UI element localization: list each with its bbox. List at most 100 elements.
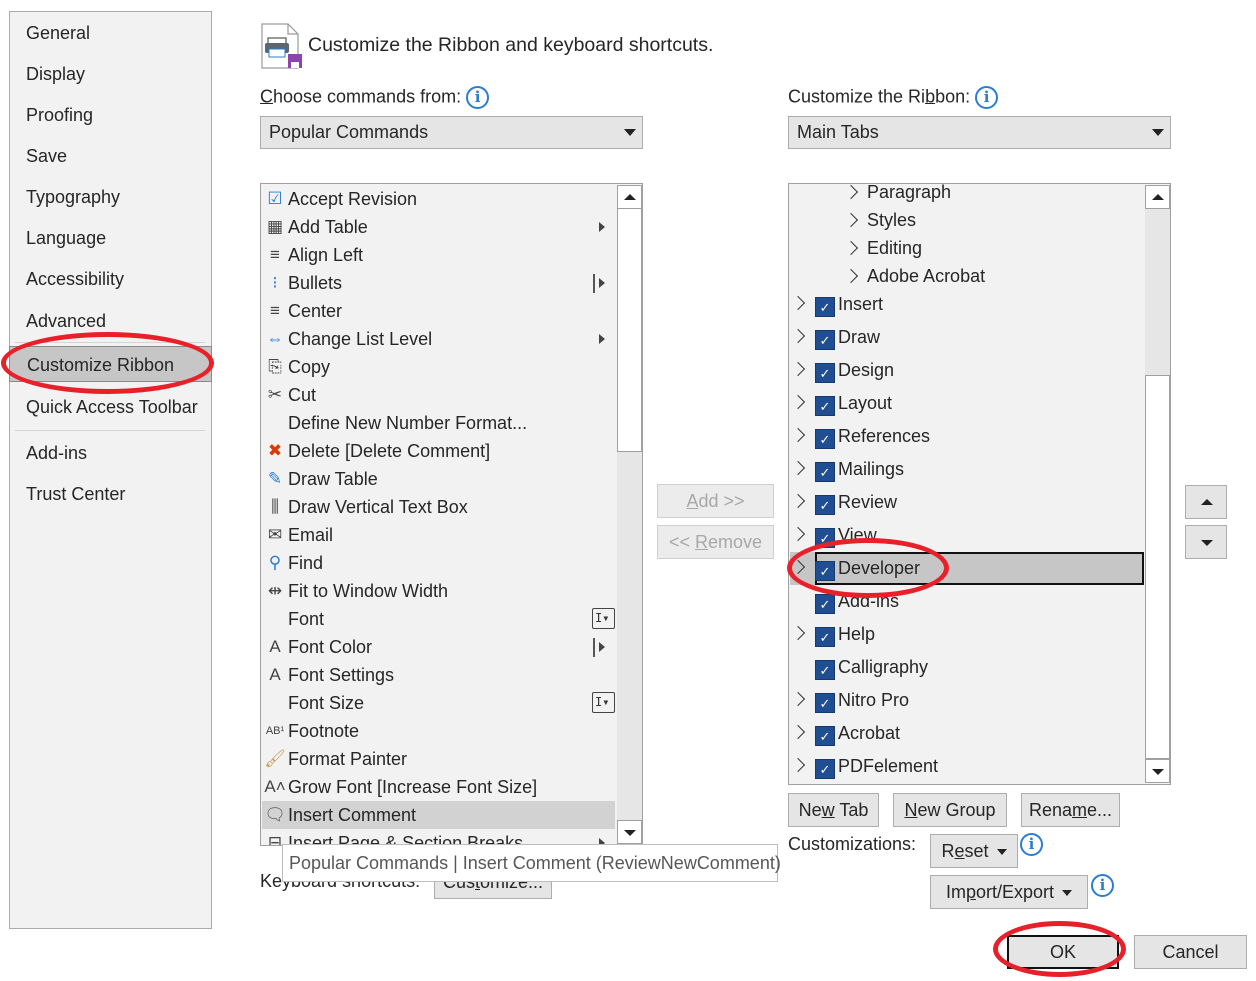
command-item[interactable]: ✎ Draw Table bbox=[262, 465, 615, 493]
scroll-up-button[interactable] bbox=[1145, 185, 1170, 209]
info-icon[interactable]: i bbox=[1020, 833, 1043, 856]
ribbon-tab-acrobat[interactable]: ✓ Acrobat bbox=[790, 717, 1144, 750]
checkbox-checked[interactable]: ✓ bbox=[815, 462, 835, 482]
checkbox-checked[interactable]: ✓ bbox=[815, 726, 835, 746]
sidebar-item-trust-center[interactable]: Trust Center bbox=[10, 476, 211, 512]
ribbon-tab-draw[interactable]: ✓ Draw bbox=[790, 321, 1144, 354]
ribbon-tab-review[interactable]: ✓ Review bbox=[790, 486, 1144, 519]
checkbox-checked[interactable]: ✓ bbox=[815, 396, 835, 416]
ribbon-tree-scrollbar[interactable] bbox=[1145, 185, 1170, 783]
scroll-thumb[interactable] bbox=[617, 208, 642, 452]
ribbon-tab-mailings[interactable]: ✓ Mailings bbox=[790, 453, 1144, 486]
remove-button[interactable]: << Remove bbox=[657, 525, 774, 559]
command-item[interactable]: Font I▾ bbox=[262, 605, 615, 633]
sidebar-item-save[interactable]: Save bbox=[10, 138, 211, 174]
chevron-right-icon[interactable] bbox=[790, 625, 806, 641]
checkbox-checked[interactable]: ✓ bbox=[815, 495, 835, 515]
ribbon-group-item[interactable]: Editing bbox=[790, 234, 1144, 262]
ribbon-tab-layout[interactable]: ✓ Layout bbox=[790, 387, 1144, 420]
ribbon-tree[interactable]: Paragraph Styles Editing Adobe Acrobat ✓ Inse… bbox=[788, 183, 1171, 785]
chevron-right-icon[interactable] bbox=[843, 268, 859, 284]
new-group-button[interactable]: New Group bbox=[893, 793, 1007, 827]
sidebar-item-add-ins[interactable]: Add-ins bbox=[10, 435, 211, 471]
scroll-down-button[interactable] bbox=[617, 820, 642, 844]
chevron-right-icon[interactable] bbox=[790, 559, 806, 575]
ribbon-tab-help[interactable]: ✓ Help bbox=[790, 618, 1144, 651]
command-item[interactable]: 🖌 Format Painter bbox=[262, 745, 615, 773]
ribbon-tabs-dropdown[interactable]: Main Tabs bbox=[788, 116, 1171, 149]
scroll-up-button[interactable] bbox=[617, 185, 642, 209]
chevron-right-icon[interactable] bbox=[843, 212, 859, 228]
rename-button[interactable]: Rename... bbox=[1021, 793, 1120, 827]
command-item[interactable]: ⫼ Draw Vertical Text Box bbox=[262, 493, 615, 521]
ribbon-group-item[interactable]: Paragraph bbox=[790, 184, 1144, 206]
chevron-right-icon[interactable] bbox=[790, 757, 806, 773]
command-item[interactable]: AB¹ Footnote bbox=[262, 717, 615, 745]
reset-button[interactable]: Reset bbox=[930, 834, 1018, 868]
chevron-right-icon[interactable] bbox=[790, 724, 806, 740]
command-item[interactable]: ☑ Accept Revision bbox=[262, 185, 615, 213]
command-item[interactable]: ▦ Add Table bbox=[262, 213, 615, 241]
checkbox-checked[interactable]: ✓ bbox=[815, 297, 835, 317]
scroll-down-button[interactable] bbox=[1145, 759, 1170, 783]
command-item[interactable]: ✉ Email bbox=[262, 521, 615, 549]
info-icon[interactable]: i bbox=[975, 86, 999, 109]
chevron-right-icon[interactable] bbox=[790, 691, 806, 707]
checkbox-checked[interactable]: ✓ bbox=[815, 627, 835, 647]
chevron-right-icon[interactable] bbox=[790, 394, 806, 410]
command-item[interactable]: Font Size I▾ bbox=[262, 689, 615, 717]
command-item[interactable]: A Font Color bbox=[262, 633, 615, 661]
chevron-right-icon[interactable] bbox=[790, 493, 806, 509]
import-export-button[interactable]: Import/Export bbox=[930, 875, 1088, 909]
info-icon[interactable]: i bbox=[1091, 874, 1114, 897]
checkbox-checked[interactable]: ✓ bbox=[815, 594, 835, 614]
command-item[interactable]: ✂ Cut bbox=[262, 381, 615, 409]
chevron-right-icon[interactable] bbox=[790, 328, 806, 344]
command-item[interactable]: 🗨 Insert Comment bbox=[262, 801, 615, 829]
checkbox-checked[interactable]: ✓ bbox=[815, 528, 835, 548]
sidebar-item-customize-ribbon[interactable]: Customize Ribbon bbox=[9, 346, 212, 382]
command-item[interactable]: A Font Settings bbox=[262, 661, 615, 689]
commands-source-dropdown[interactable]: Popular Commands bbox=[260, 116, 643, 149]
command-item[interactable]: ⚲ Find bbox=[262, 549, 615, 577]
ok-button[interactable]: OK bbox=[1007, 935, 1119, 969]
cancel-button[interactable]: Cancel bbox=[1134, 935, 1247, 969]
checkbox-checked[interactable]: ✓ bbox=[815, 330, 835, 350]
command-item[interactable]: ≡ Align Left bbox=[262, 241, 615, 269]
chevron-right-icon[interactable] bbox=[790, 295, 806, 311]
command-item[interactable]: ⇹ Fit to Window Width bbox=[262, 577, 615, 605]
command-item[interactable]: ⁝ Bullets bbox=[262, 269, 615, 297]
checkbox-checked[interactable]: ✓ bbox=[815, 561, 835, 581]
chevron-right-icon[interactable] bbox=[843, 184, 859, 200]
move-down-button[interactable] bbox=[1185, 525, 1227, 559]
sidebar-item-general[interactable]: General bbox=[10, 15, 211, 51]
commands-scrollbar[interactable] bbox=[617, 185, 642, 844]
sidebar-item-accessibility[interactable]: Accessibility bbox=[10, 261, 211, 297]
checkbox-checked[interactable]: ✓ bbox=[815, 759, 835, 779]
command-item[interactable]: A˄ Grow Font [Increase Font Size] bbox=[262, 773, 615, 801]
ribbon-group-item[interactable]: Styles bbox=[790, 206, 1144, 234]
new-tab-button[interactable]: New Tab bbox=[788, 793, 879, 827]
sidebar-item-proofing[interactable]: Proofing bbox=[10, 97, 211, 133]
ribbon-tab-nitro-pro[interactable]: ✓ Nitro Pro bbox=[790, 684, 1144, 717]
ribbon-tab-add-ins[interactable]: ✓ Add-ins bbox=[790, 585, 1144, 618]
ribbon-group-item[interactable]: Adobe Acrobat bbox=[790, 262, 1144, 290]
scroll-thumb[interactable] bbox=[1145, 375, 1170, 759]
checkbox-checked[interactable]: ✓ bbox=[815, 429, 835, 449]
checkbox-checked[interactable]: ✓ bbox=[815, 660, 835, 680]
sidebar-item-language[interactable]: Language bbox=[10, 220, 211, 256]
command-item[interactable]: ✖ Delete [Delete Comment] bbox=[262, 437, 615, 465]
sidebar-item-display[interactable]: Display bbox=[10, 56, 211, 92]
command-item[interactable]: Define New Number Format... bbox=[262, 409, 615, 437]
add-button[interactable]: Add >> bbox=[657, 484, 774, 518]
ribbon-tab-view[interactable]: ✓ View bbox=[790, 519, 1144, 552]
chevron-right-icon[interactable] bbox=[790, 526, 806, 542]
sidebar-item-advanced[interactable]: Advanced bbox=[10, 303, 211, 339]
ribbon-tab-developer[interactable]: ✓ Developer bbox=[790, 552, 1144, 585]
chevron-right-icon[interactable] bbox=[790, 361, 806, 377]
sidebar-item-typography[interactable]: Typography bbox=[10, 179, 211, 215]
command-item[interactable]: ≡ Center bbox=[262, 297, 615, 325]
chevron-right-icon[interactable] bbox=[790, 427, 806, 443]
ribbon-tab-references[interactable]: ✓ References bbox=[790, 420, 1144, 453]
move-up-button[interactable] bbox=[1185, 485, 1227, 519]
